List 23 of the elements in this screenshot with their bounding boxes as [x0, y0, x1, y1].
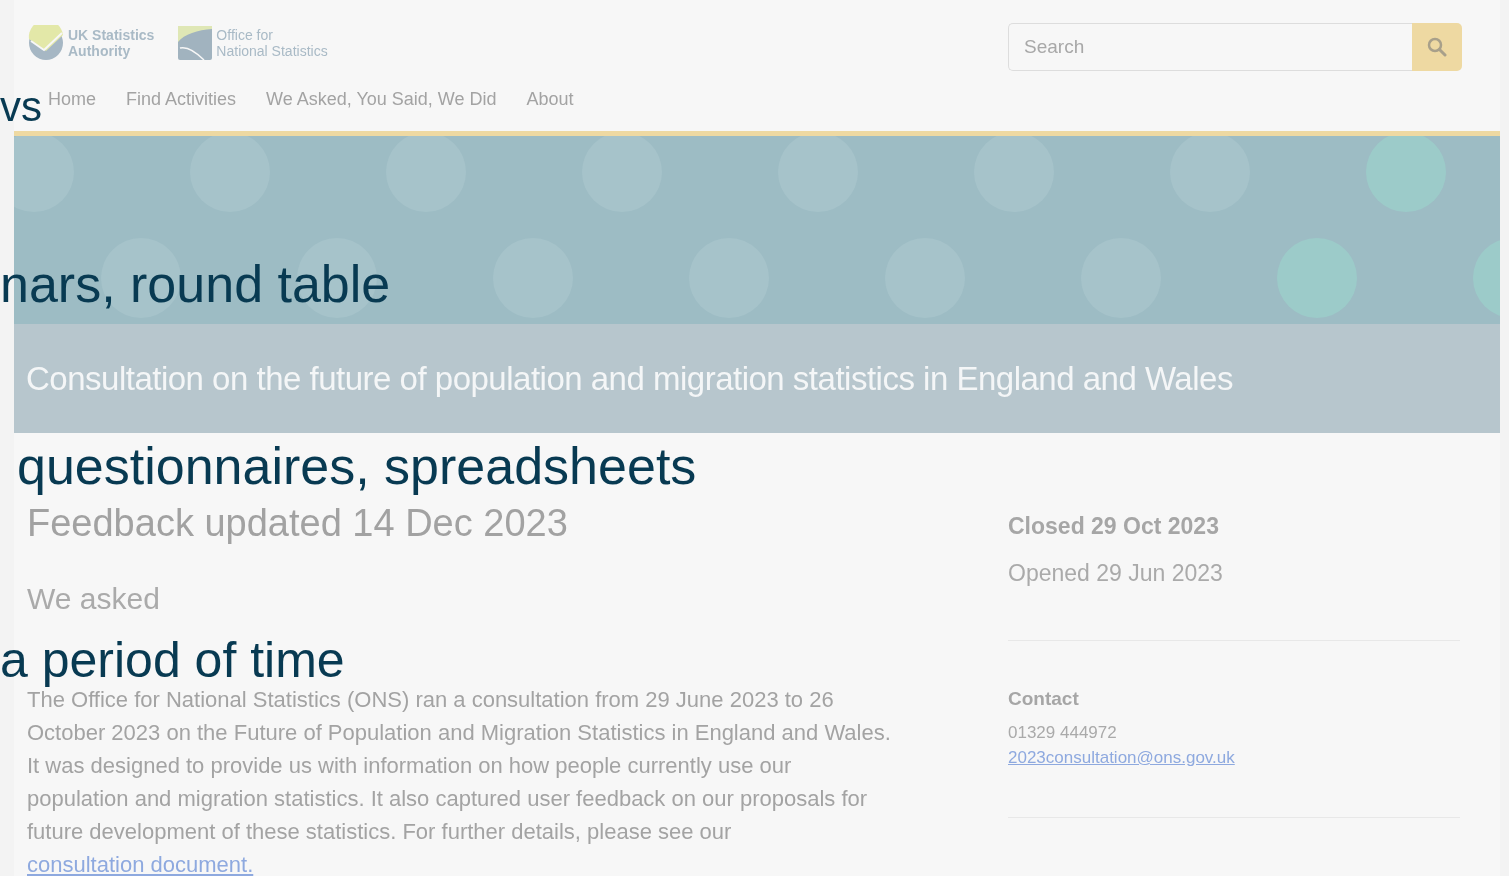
- contact-heading: Contact: [1008, 687, 1080, 711]
- square-logo-icon: [178, 26, 213, 60]
- nav-link[interactable]: Find Activities: [126, 86, 237, 131]
- search-field[interactable]: Search: [1008, 23, 1412, 71]
- nav-link[interactable]: About: [526, 86, 574, 131]
- section-heading: We asked: [27, 581, 160, 617]
- nav-link[interactable]: We Asked, You Said, We Did: [266, 86, 497, 131]
- updated-date: Feedback updated 14 Dec 2023: [27, 501, 569, 546]
- overlay-caption: vs: [0, 86, 42, 128]
- phone-number: 01329 444972: [1008, 721, 1118, 744]
- search-icon: [1427, 37, 1447, 57]
- checkmark-logo-icon: [28, 25, 64, 61]
- nav-link[interactable]: Home: [48, 86, 96, 131]
- opened-date: Opened 29 Jun 2023: [1008, 558, 1224, 588]
- document-link[interactable]: consultation document.: [27, 852, 254, 876]
- paragraph: The Office for National Statistics (ONS) ran a consultation from 29 June 2023 to 26 October 2023 on the Future of Population and Migration Statistics in England and Wales. It was designed to provide us with information on how people currently use our population and migration statistics. It also captured user feedback on our proposals for future development of these statistics. For further details, please see our consultation document.: [27, 687, 892, 876]
- closed-date: Closed 29 Oct 2023: [1008, 512, 1220, 541]
- logo-text: UK Statistics Authority: [68, 27, 155, 59]
- email-link[interactable]: 2023consultation@ons.gov.uk: [1008, 748, 1235, 767]
- logo-text: Office for National Statistics: [216, 27, 328, 59]
- banner-subtitle: Consultation on the future of population and migration statistics in England and Wales: [14, 324, 1500, 433]
- search-button[interactable]: [1412, 23, 1462, 71]
- overlay-caption: a period of time: [0, 635, 345, 685]
